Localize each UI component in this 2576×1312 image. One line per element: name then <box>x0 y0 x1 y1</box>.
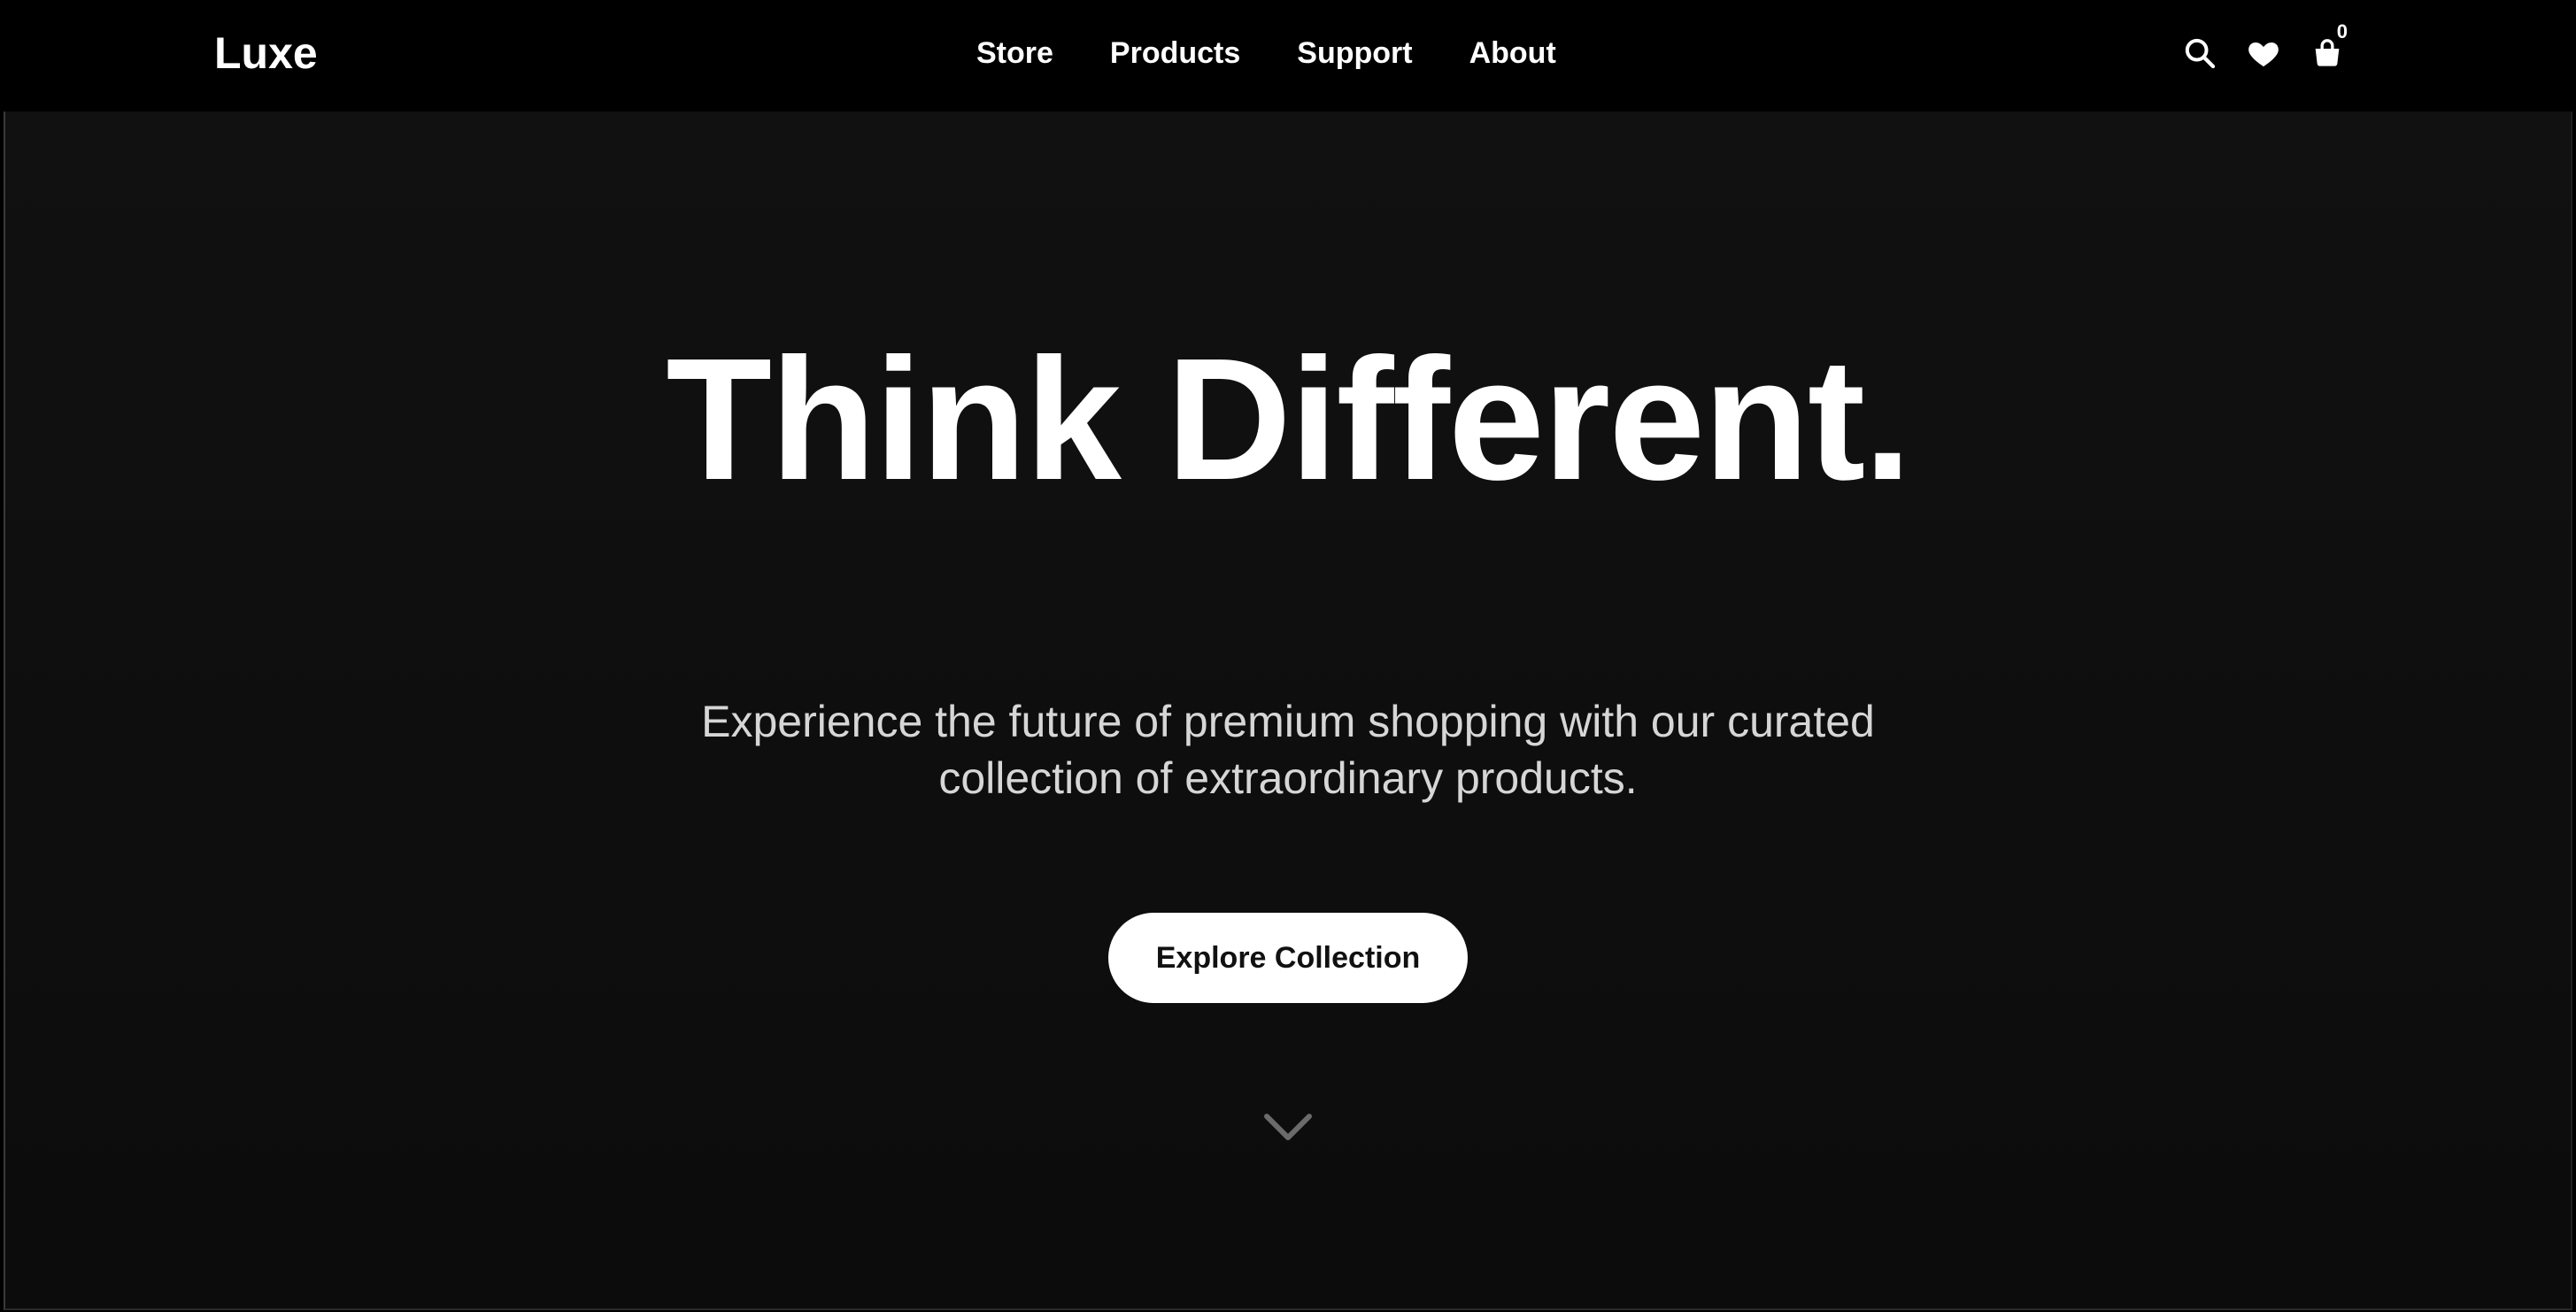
nav-item-about[interactable]: About <box>1469 36 1556 71</box>
wishlist-button[interactable] <box>2245 35 2282 72</box>
nav-item-store[interactable]: Store <box>976 36 1053 71</box>
hero-subheadline: Experience the future of premium shoppin… <box>701 697 1875 804</box>
chevron-down-icon <box>1264 1114 1312 1141</box>
heart-icon <box>2248 42 2279 66</box>
scroll-down-button[interactable] <box>1261 1109 1315 1145</box>
hero-section: Think Different. Experience the future o… <box>4 112 2572 1310</box>
explore-collection-button[interactable]: Explore Collection <box>1108 913 1468 1004</box>
cart-count-badge: 0 <box>2336 20 2348 42</box>
header-icons: 0 <box>2181 0 2348 106</box>
nav-item-products[interactable]: Products <box>1110 36 1240 71</box>
main-nav: Store Products Support About <box>976 0 1556 106</box>
brand-logo[interactable]: Luxe <box>214 0 318 106</box>
cart-button[interactable]: 0 <box>2309 20 2348 72</box>
search-icon <box>2185 38 2216 69</box>
hero-headline: Think Different. <box>666 322 1911 516</box>
top-navigation-bar: Luxe Store Products Support About 0 <box>0 0 2576 112</box>
nav-item-support[interactable]: Support <box>1297 36 1412 71</box>
search-button[interactable] <box>2181 35 2218 72</box>
hero-content: Think Different. Experience the future o… <box>5 112 2571 1308</box>
